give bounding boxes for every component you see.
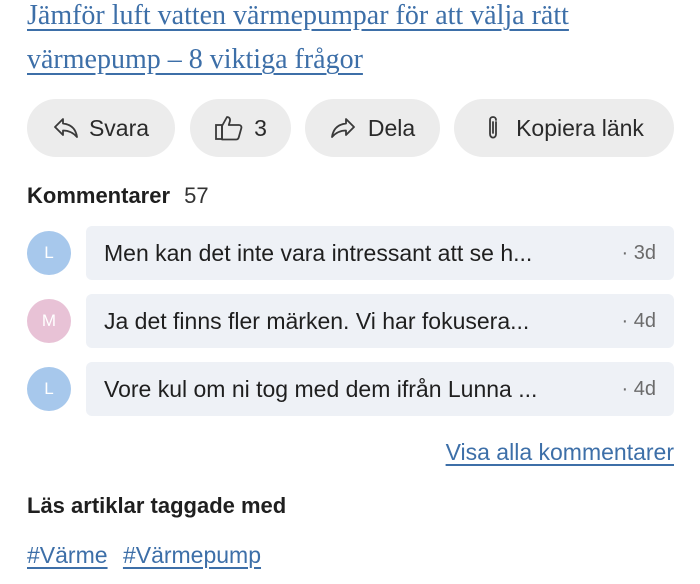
comment-time: · 4d — [621, 309, 656, 332]
copy-link-label: Kopiera länk — [516, 114, 644, 141]
comment-item: L Vore kul om ni tog med dem ifrån Lunna… — [27, 362, 674, 416]
comment-item: L Men kan det inte vara intressant att s… — [27, 226, 674, 280]
avatar[interactable]: L — [27, 367, 71, 411]
like-count: 3 — [254, 114, 267, 141]
share-button[interactable]: Dela — [305, 99, 440, 157]
copy-link-button[interactable]: Kopiera länk — [454, 99, 674, 157]
paperclip-icon — [489, 116, 497, 139]
reply-label: Svara — [88, 114, 150, 141]
tags-heading: Läs artiklar taggade med — [27, 493, 287, 518]
reply-button[interactable]: Svara — [27, 99, 175, 157]
comment-bubble[interactable]: Vore kul om ni tog med dem ifrån Lunna .… — [86, 362, 674, 416]
comment-bubble[interactable]: Ja det finns fler märken. Vi har fokuser… — [86, 294, 674, 348]
reply-icon — [54, 118, 78, 138]
comment-text: Men kan det inte vara intressant att se … — [104, 239, 533, 266]
comments-title: Kommentarer — [27, 183, 171, 208]
comment-text: Vore kul om ni tog med dem ifrån Lunna .… — [104, 375, 538, 402]
comments-heading: Kommentarer 57 — [27, 183, 209, 209]
tag-link-varme[interactable]: #Värme — [27, 542, 108, 568]
share-icon — [330, 118, 355, 138]
avatar[interactable]: L — [27, 231, 71, 275]
avatar[interactable]: M — [27, 299, 71, 343]
comment-time: · 4d — [621, 377, 656, 400]
like-button[interactable]: 3 — [190, 99, 291, 157]
thumbs-up-icon — [215, 116, 243, 141]
article-title-link[interactable]: Jämför luft vatten värmepumpar för att v… — [27, 0, 687, 82]
comment-bubble[interactable]: Men kan det inte vara intressant att se … — [86, 226, 674, 280]
tag-link-varmepump[interactable]: #Värmepump — [123, 542, 261, 568]
comments-count: 57 — [184, 183, 209, 208]
share-label: Dela — [367, 114, 416, 141]
tag-list: #Värme #Värmepump — [27, 539, 270, 571]
comment-time: · 3d — [621, 241, 656, 264]
comment-item: M Ja det finns fler märken. Vi har fokus… — [27, 294, 674, 348]
comment-text: Ja det finns fler märken. Vi har fokuser… — [104, 307, 530, 334]
show-all-comments-link[interactable]: Visa alla kommentarer — [446, 437, 674, 467]
